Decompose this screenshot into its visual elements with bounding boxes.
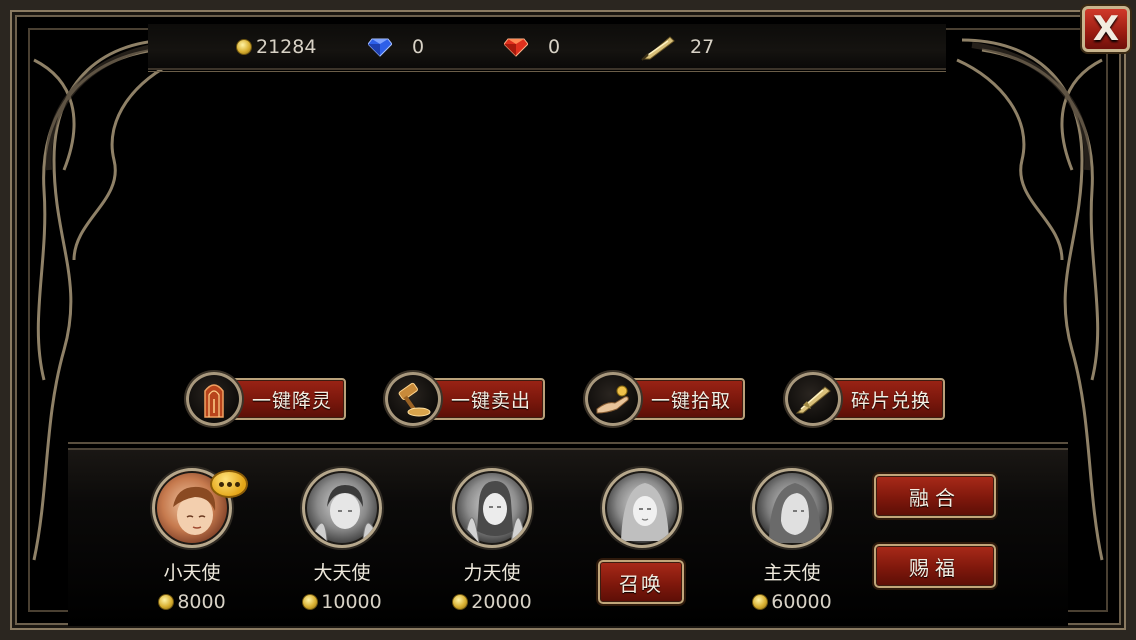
hand-coin-icon: [585, 372, 641, 426]
fragment-exchange-button[interactable]: 碎片兑换: [785, 372, 947, 426]
small-angel-name: 小天使: [163, 562, 221, 584]
red-gem-icon: [504, 38, 528, 57]
archangel-name: 大天使: [313, 562, 371, 584]
red-gem-amount: 0: [548, 36, 561, 58]
currency-bar: 21284 0 0 27: [148, 24, 946, 72]
hooded-woman-icon: [769, 483, 821, 543]
gold-coin-icon: [236, 39, 252, 55]
close-button[interactable]: X: [1082, 6, 1130, 52]
quill-fragment-icon: [641, 36, 675, 61]
gold-coin-icon: [452, 594, 469, 610]
summon-card[interactable]: [582, 468, 702, 548]
gold-currency: 21284: [236, 36, 316, 58]
quill-icon: [785, 372, 841, 426]
gold-coin-icon: [752, 594, 769, 610]
veiled-maiden-icon: [621, 483, 669, 541]
small-angel-price: 8000: [132, 591, 252, 613]
blue-gem-amount: 0: [412, 36, 425, 58]
close-icon: X: [1092, 9, 1120, 49]
chat-bubble-icon[interactable]: [210, 470, 248, 498]
blue-gem-currency: 0: [368, 36, 424, 58]
archangel-portrait[interactable]: [302, 468, 382, 548]
one-click-sell-button[interactable]: 一键卖出: [385, 372, 547, 426]
angel-card-archangel[interactable]: 大天使 10000: [282, 468, 402, 613]
virtue-angel-name: 力天使: [463, 562, 521, 584]
panel-divider: [68, 442, 1068, 444]
virtue-angel-price-value: 20000: [471, 591, 532, 613]
blue-gem-icon: [368, 38, 392, 57]
archangel-price: 10000: [282, 591, 402, 613]
gold-amount: 21284: [256, 36, 317, 58]
one-click-pickup-button[interactable]: 一键拾取: [585, 372, 747, 426]
angel-card-dominion[interactable]: 主天使 60000: [732, 468, 852, 613]
dominion-angel-portrait[interactable]: [752, 468, 832, 548]
gavel-icon: [385, 372, 441, 426]
small-angel-price-value: 8000: [177, 591, 226, 613]
fragment-currency: 27: [640, 33, 714, 61]
gold-coin-icon: [302, 594, 319, 610]
virtue-angel-portrait[interactable]: [452, 468, 532, 548]
virtue-angel-face-icon: [466, 481, 524, 544]
virtue-angel-price: 20000: [432, 591, 552, 613]
dominion-angel-price-value: 60000: [771, 591, 832, 613]
gold-coin-icon: [158, 594, 175, 610]
archangel-price-value: 10000: [321, 591, 382, 613]
bless-button[interactable]: 赐福: [874, 544, 996, 588]
angel-card-virtue[interactable]: 力天使 20000: [432, 468, 552, 613]
altar-icon: [186, 372, 242, 426]
fragment-amount: 27: [690, 36, 715, 58]
one-click-descend-button[interactable]: 一键降灵: [186, 372, 348, 426]
red-gem-currency: 0: [504, 36, 560, 58]
dominion-angel-name: 主天使: [763, 562, 821, 584]
summon-button[interactable]: 召唤: [598, 560, 684, 604]
archangel-face-icon: [314, 485, 376, 542]
currency-bar-divider: [148, 71, 946, 72]
dominion-angel-price: 60000: [732, 591, 852, 613]
summon-portrait[interactable]: [602, 468, 682, 548]
fuse-button[interactable]: 融合: [874, 474, 996, 518]
